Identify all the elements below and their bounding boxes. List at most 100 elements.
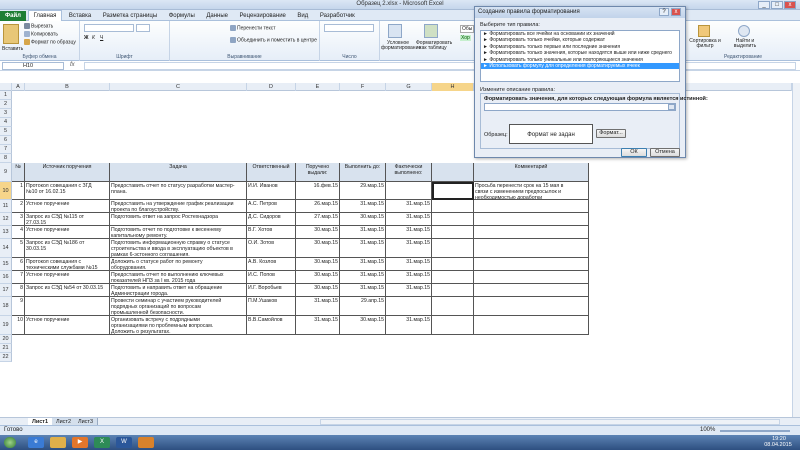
name-box[interactable]: H10: [2, 62, 64, 70]
row-comment[interactable]: [474, 258, 589, 271]
selected-cell[interactable]: [432, 182, 474, 200]
row-num[interactable]: 5: [12, 239, 25, 258]
row-header-14[interactable]: 14: [0, 239, 12, 258]
row-responsible[interactable]: А.С. Петров: [247, 200, 296, 213]
select-all-corner[interactable]: [0, 83, 12, 91]
number-format-select[interactable]: [324, 24, 374, 32]
font-size-select[interactable]: [136, 24, 150, 32]
row-header-1[interactable]: 1: [0, 91, 12, 100]
row-received[interactable]: 30.мар.15: [296, 284, 340, 297]
help-button[interactable]: ?: [659, 8, 669, 16]
rule-type-item[interactable]: ► Использовать формулу для определения ф…: [481, 62, 679, 70]
format-table-button[interactable]: Форматировать как таблицу: [416, 41, 452, 51]
row-responsible[interactable]: И.И. Иванов: [247, 182, 296, 200]
row-task[interactable]: Доложить о статусе работ по ремонту обор…: [110, 258, 247, 271]
font-name-select[interactable]: [84, 24, 134, 32]
row-num[interactable]: 4: [12, 226, 25, 239]
column-header-b[interactable]: B: [25, 83, 110, 91]
column-header-f[interactable]: F: [340, 83, 386, 91]
tab-home[interactable]: Главная: [27, 10, 63, 21]
row-header-16[interactable]: 16: [0, 271, 12, 284]
cancel-button[interactable]: Отмена: [650, 148, 680, 157]
row-header-10[interactable]: 10: [0, 182, 12, 200]
row-num[interactable]: 6: [12, 258, 25, 271]
row-blank[interactable]: [432, 200, 474, 213]
row-received[interactable]: 31.мар.15: [296, 297, 340, 316]
zoom-slider[interactable]: [720, 430, 790, 432]
row-actual[interactable]: 31.мар.15: [386, 200, 432, 213]
bold-button[interactable]: Ж: [84, 35, 89, 41]
row-num[interactable]: 10: [12, 316, 25, 335]
row-header-5[interactable]: 5: [0, 127, 12, 136]
merge-center-button[interactable]: Объединить и поместить в центре: [230, 37, 317, 43]
row-blank[interactable]: [432, 258, 474, 271]
row-blank[interactable]: [432, 316, 474, 335]
row-received[interactable]: 30.мар.15: [296, 258, 340, 271]
paste-icon[interactable]: [3, 24, 19, 44]
row-received[interactable]: 30.мар.15: [296, 239, 340, 258]
row-due[interactable]: 31.мар.15: [340, 200, 386, 213]
row-due[interactable]: 29.апр.15: [340, 297, 386, 316]
column-header-e[interactable]: E: [296, 83, 340, 91]
row-blank[interactable]: [432, 213, 474, 226]
row-actual[interactable]: 31.мар.15: [386, 284, 432, 297]
start-icon[interactable]: [4, 437, 16, 448]
formula-input[interactable]: [84, 62, 796, 70]
excel-icon[interactable]: X: [94, 437, 110, 448]
row-source[interactable]: Устное поручение: [25, 271, 110, 284]
row-source[interactable]: Протокол совещания с техническими служба…: [25, 258, 110, 271]
header-num[interactable]: №: [12, 163, 25, 182]
row-comment[interactable]: [474, 239, 589, 258]
row-responsible[interactable]: О.И. Зотов: [247, 239, 296, 258]
header-task[interactable]: Задача: [110, 163, 247, 182]
word-icon[interactable]: W: [116, 437, 132, 448]
row-task[interactable]: Подготовить ответ на запрос Ростехнадзор…: [110, 213, 247, 226]
header-actual[interactable]: Фактически выполнено:: [386, 163, 432, 182]
row-task[interactable]: Предоставить отчет по выполнению ключевы…: [110, 271, 247, 284]
row-actual[interactable]: [386, 182, 432, 200]
format-table-icon[interactable]: [424, 24, 438, 38]
row-actual[interactable]: 31.мар.15: [386, 239, 432, 258]
row-comment[interactable]: [474, 200, 589, 213]
row-header-15[interactable]: 15: [0, 258, 12, 271]
vertical-scrollbar[interactable]: [792, 83, 800, 423]
ie-icon[interactable]: e: [28, 437, 44, 448]
paste-button[interactable]: Вставить: [2, 46, 23, 52]
row-actual[interactable]: 31.мар.15: [386, 316, 432, 335]
wrap-text-button[interactable]: Перенести текст: [230, 25, 276, 31]
row-blank[interactable]: [432, 297, 474, 316]
close-button[interactable]: x: [784, 1, 796, 9]
row-header-6[interactable]: 6: [0, 136, 12, 145]
row-source[interactable]: Устное поручение: [25, 200, 110, 213]
media-icon[interactable]: ▶: [72, 437, 88, 448]
row-blank[interactable]: [432, 271, 474, 284]
row-num[interactable]: 7: [12, 271, 25, 284]
row-comment[interactable]: [474, 316, 589, 335]
row-received[interactable]: 30.мар.15: [296, 226, 340, 239]
row-num[interactable]: 3: [12, 213, 25, 226]
row-responsible[interactable]: Д.С. Сидоров: [247, 213, 296, 226]
row-due[interactable]: 31.мар.15: [340, 258, 386, 271]
row-blank[interactable]: [432, 284, 474, 297]
row-due[interactable]: 31.мар.15: [340, 226, 386, 239]
rule-type-item[interactable]: ► Форматировать только значения, которые…: [481, 50, 679, 56]
row-due[interactable]: 30.мар.15: [340, 213, 386, 226]
row-due[interactable]: 31.мар.15: [340, 239, 386, 258]
copy-button[interactable]: Копировать: [24, 31, 58, 37]
row-actual[interactable]: 31.мар.15: [386, 271, 432, 284]
sort-filter-icon[interactable]: [698, 25, 710, 37]
row-header-7[interactable]: 7: [0, 145, 12, 154]
column-header-g[interactable]: G: [386, 83, 432, 91]
zoom-level[interactable]: 100%: [700, 427, 715, 433]
cut-button[interactable]: Вырезать: [24, 23, 53, 29]
format-button[interactable]: Формат...: [596, 129, 626, 138]
row-num[interactable]: 8: [12, 284, 25, 297]
row-responsible[interactable]: И.Г. Воробьев: [247, 284, 296, 297]
row-task[interactable]: Подготовить и направить ответ на обращен…: [110, 284, 247, 297]
rule-formula-input[interactable]: [484, 103, 676, 111]
row-source[interactable]: Запрос из СЭД №54 от 30.03.15: [25, 284, 110, 297]
row-header-4[interactable]: 4: [0, 118, 12, 127]
row-responsible[interactable]: А.В. Козлов: [247, 258, 296, 271]
header-source[interactable]: Источник поручения: [25, 163, 110, 182]
ok-button[interactable]: ОК: [621, 148, 647, 157]
